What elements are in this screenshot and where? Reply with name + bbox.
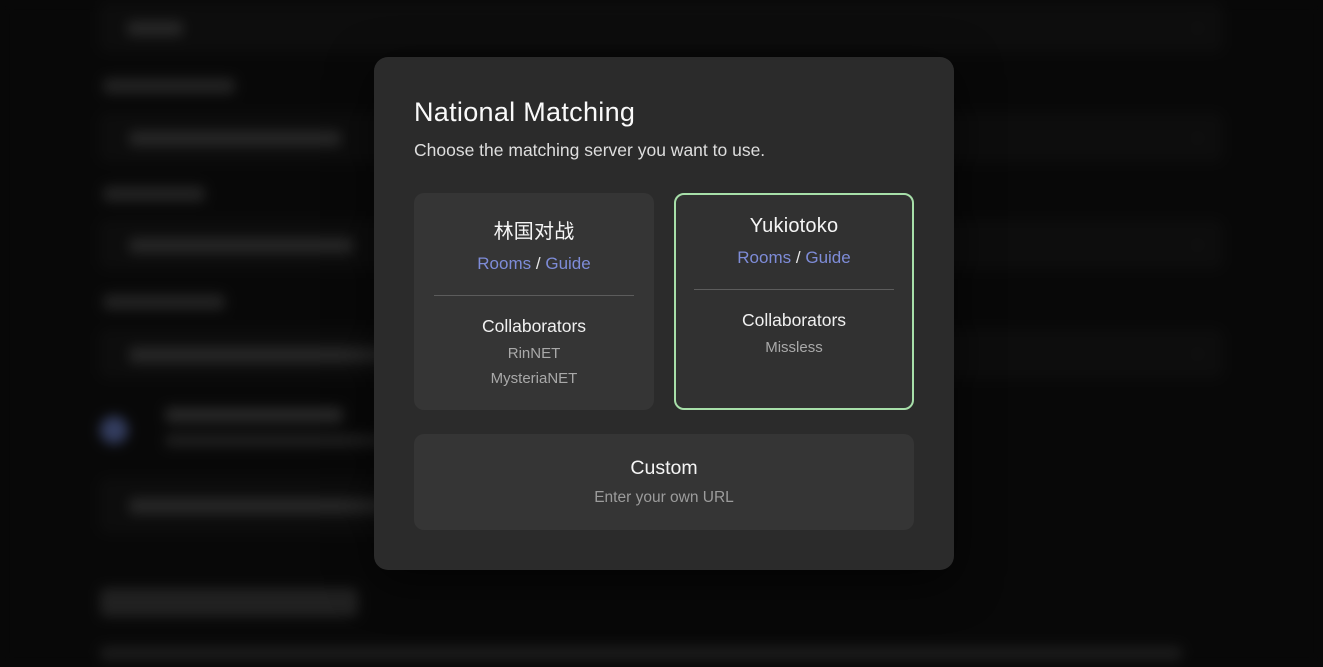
guide-link[interactable]: Guide xyxy=(545,254,590,273)
server-card-yukiotoko-selected[interactable]: Yukiotoko Rooms / Guide Collaborators Mi… xyxy=(674,193,914,410)
custom-subtitle: Enter your own URL xyxy=(594,489,734,507)
dialog-subtitle: Choose the matching server you want to u… xyxy=(414,140,914,161)
custom-server-card[interactable]: Custom Enter your own URL xyxy=(414,434,914,530)
screen: › › › › National Matching Choose th xyxy=(0,0,1323,667)
rooms-link[interactable]: Rooms xyxy=(477,254,531,273)
divider xyxy=(694,289,894,290)
link-separator: / xyxy=(536,254,541,273)
collaborators-title: Collaborators xyxy=(676,310,912,331)
collaborators-title: Collaborators xyxy=(414,316,654,337)
rooms-link[interactable]: Rooms xyxy=(737,248,791,267)
collaborator-name: Missless xyxy=(676,339,912,356)
server-links: Rooms / Guide xyxy=(676,248,912,268)
custom-title: Custom xyxy=(630,457,697,480)
guide-link[interactable]: Guide xyxy=(805,248,850,267)
link-separator: / xyxy=(796,248,801,267)
server-options-row: 林国对战 Rooms / Guide Collaborators RinNET … xyxy=(414,193,914,410)
dialog-title: National Matching xyxy=(414,97,914,128)
server-name: 林国对战 xyxy=(414,215,654,244)
national-matching-dialog: National Matching Choose the matching se… xyxy=(374,57,954,570)
server-card-linguo[interactable]: 林国对战 Rooms / Guide Collaborators RinNET … xyxy=(414,193,654,410)
server-name: Yukiotoko xyxy=(676,215,912,238)
server-links: Rooms / Guide xyxy=(414,254,654,274)
collaborator-name: RinNET xyxy=(414,345,654,362)
collaborator-name: MysteriaNET xyxy=(414,370,654,387)
divider xyxy=(434,295,634,296)
